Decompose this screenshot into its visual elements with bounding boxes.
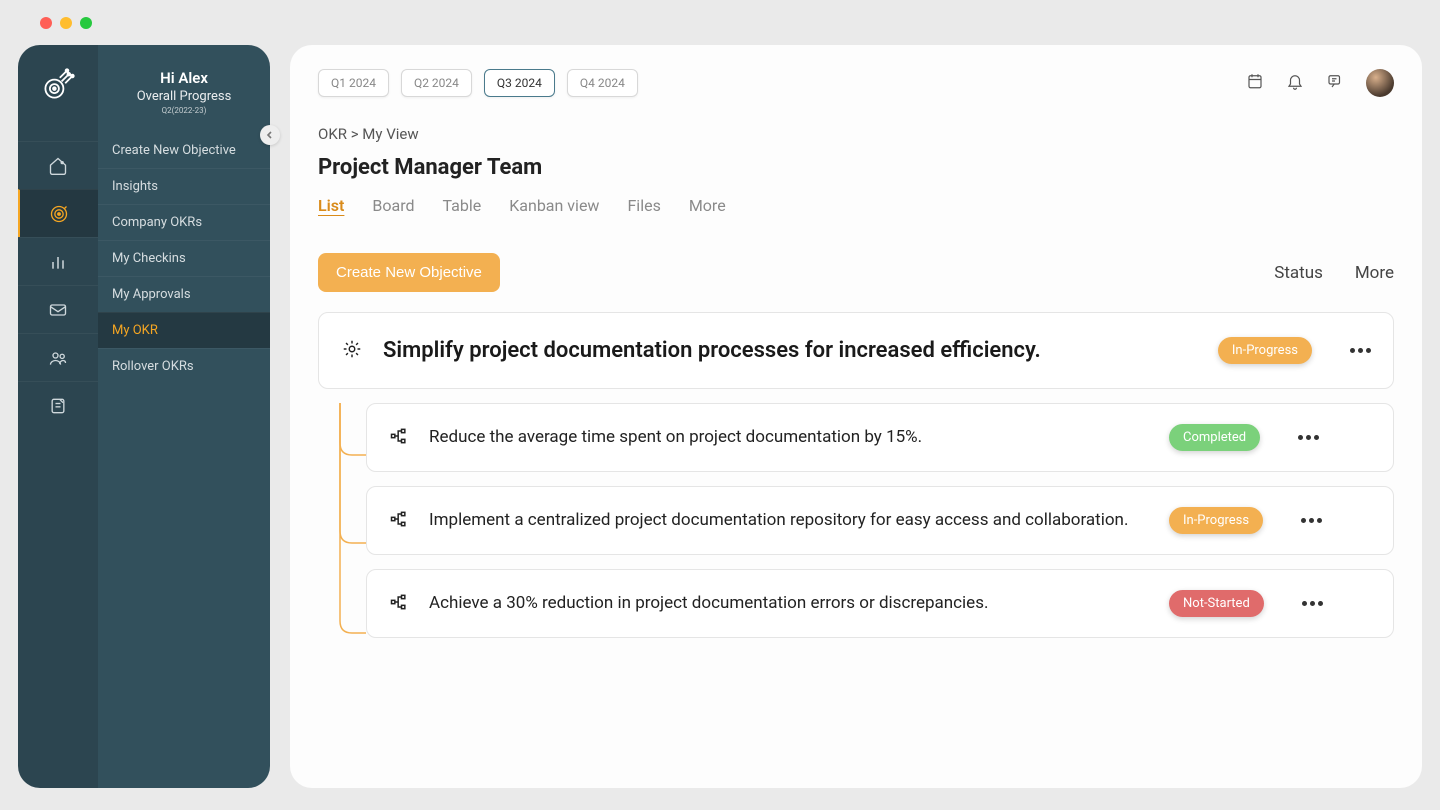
key-result-title: Implement a centralized project document…	[429, 508, 1149, 534]
minimize-window-dot[interactable]	[60, 17, 72, 29]
kr-more-icon[interactable]	[1298, 435, 1319, 440]
kr-status-badge: In-Progress	[1169, 507, 1263, 534]
tab-files[interactable]: Files	[627, 196, 660, 219]
nav-analytics-icon[interactable]	[18, 237, 98, 285]
team-title: Project Manager Team	[318, 155, 1394, 180]
key-result-card[interactable]: Achieve a 30% reduction in project docum…	[366, 569, 1394, 638]
objective-title: Simplify project documentation processes…	[383, 338, 1198, 363]
objective-card[interactable]: Simplify project documentation processes…	[318, 312, 1394, 389]
submenu-my-approvals[interactable]: My Approvals	[98, 276, 270, 312]
maximize-window-dot[interactable]	[80, 17, 92, 29]
quarter-filter: Q1 2024 Q2 2024 Q3 2024 Q4 2024	[318, 69, 638, 97]
nav-rail	[18, 45, 98, 788]
view-tabs: List Board Table Kanban view Files More	[318, 196, 1394, 219]
main-content: Q1 2024 Q2 2024 Q3 2024 Q4 2024 OKR > My…	[290, 45, 1422, 788]
kr-more-icon[interactable]	[1302, 601, 1323, 606]
submenu-create-objective[interactable]: Create New Objective	[98, 133, 270, 168]
submenu-insights[interactable]: Insights	[98, 168, 270, 204]
tab-kanban[interactable]: Kanban view	[509, 196, 599, 219]
hierarchy-icon	[389, 426, 409, 450]
status-column-header[interactable]: Status	[1274, 263, 1323, 283]
quarter-q3[interactable]: Q3 2024	[484, 69, 555, 97]
nav-tasks-icon[interactable]	[18, 381, 98, 429]
close-window-dot[interactable]	[40, 17, 52, 29]
overall-progress-label: Overall Progress	[110, 89, 258, 104]
tab-board[interactable]: Board	[372, 196, 414, 219]
key-result-title: Achieve a 30% reduction in project docum…	[429, 591, 1149, 617]
collapse-submenu-button[interactable]	[260, 125, 280, 145]
key-result-title: Reduce the average time spent on project…	[429, 425, 1149, 451]
hierarchy-icon	[389, 509, 409, 533]
notification-bell-icon[interactable]	[1286, 72, 1304, 94]
kr-status-badge: Not-Started	[1169, 590, 1264, 617]
kr-status-badge: Completed	[1169, 424, 1260, 451]
app-logo-icon	[40, 67, 76, 103]
messages-icon[interactable]	[1326, 72, 1344, 94]
tab-table[interactable]: Table	[443, 196, 482, 219]
greeting-text: Hi Alex	[110, 69, 258, 87]
submenu-rollover-okrs[interactable]: Rollover OKRs	[98, 348, 270, 384]
nav-team-icon[interactable]	[18, 333, 98, 381]
submenu-panel: Hi Alex Overall Progress Q2(2022-23) Cre…	[98, 45, 270, 788]
tree-connector	[338, 403, 366, 683]
kr-more-icon[interactable]	[1301, 518, 1322, 523]
quarter-q1[interactable]: Q1 2024	[318, 69, 389, 97]
key-result-card[interactable]: Reduce the average time spent on project…	[366, 403, 1394, 472]
window-traffic-lights	[40, 17, 92, 29]
nav-home-icon[interactable]	[18, 141, 98, 189]
submenu-my-okr[interactable]: My OKR	[98, 312, 270, 348]
objective-more-icon[interactable]	[1350, 348, 1371, 353]
more-column-header[interactable]: More	[1355, 263, 1394, 283]
tab-more[interactable]: More	[689, 196, 726, 219]
create-objective-button[interactable]: Create New Objective	[318, 253, 500, 292]
nav-okr-icon[interactable]	[18, 189, 98, 237]
calendar-icon[interactable]	[1246, 72, 1264, 94]
key-result-card[interactable]: Implement a centralized project document…	[366, 486, 1394, 555]
quarter-q4[interactable]: Q4 2024	[567, 69, 638, 97]
breadcrumb-root[interactable]: OKR	[318, 125, 347, 143]
nav-inbox-icon[interactable]	[18, 285, 98, 333]
hierarchy-icon	[389, 592, 409, 616]
submenu-my-checkins[interactable]: My Checkins	[98, 240, 270, 276]
submenu-list: Create New Objective Insights Company OK…	[98, 133, 270, 384]
breadcrumb-current: My View	[362, 125, 418, 143]
submenu-company-okrs[interactable]: Company OKRs	[98, 204, 270, 240]
target-icon	[341, 338, 363, 364]
objective-status-badge: In-Progress	[1218, 337, 1312, 364]
tab-list[interactable]: List	[318, 196, 344, 219]
breadcrumb: OKR > My View	[318, 125, 1394, 143]
user-avatar[interactable]	[1366, 69, 1394, 97]
quarter-q2[interactable]: Q2 2024	[401, 69, 472, 97]
period-label: Q2(2022-23)	[110, 106, 258, 115]
